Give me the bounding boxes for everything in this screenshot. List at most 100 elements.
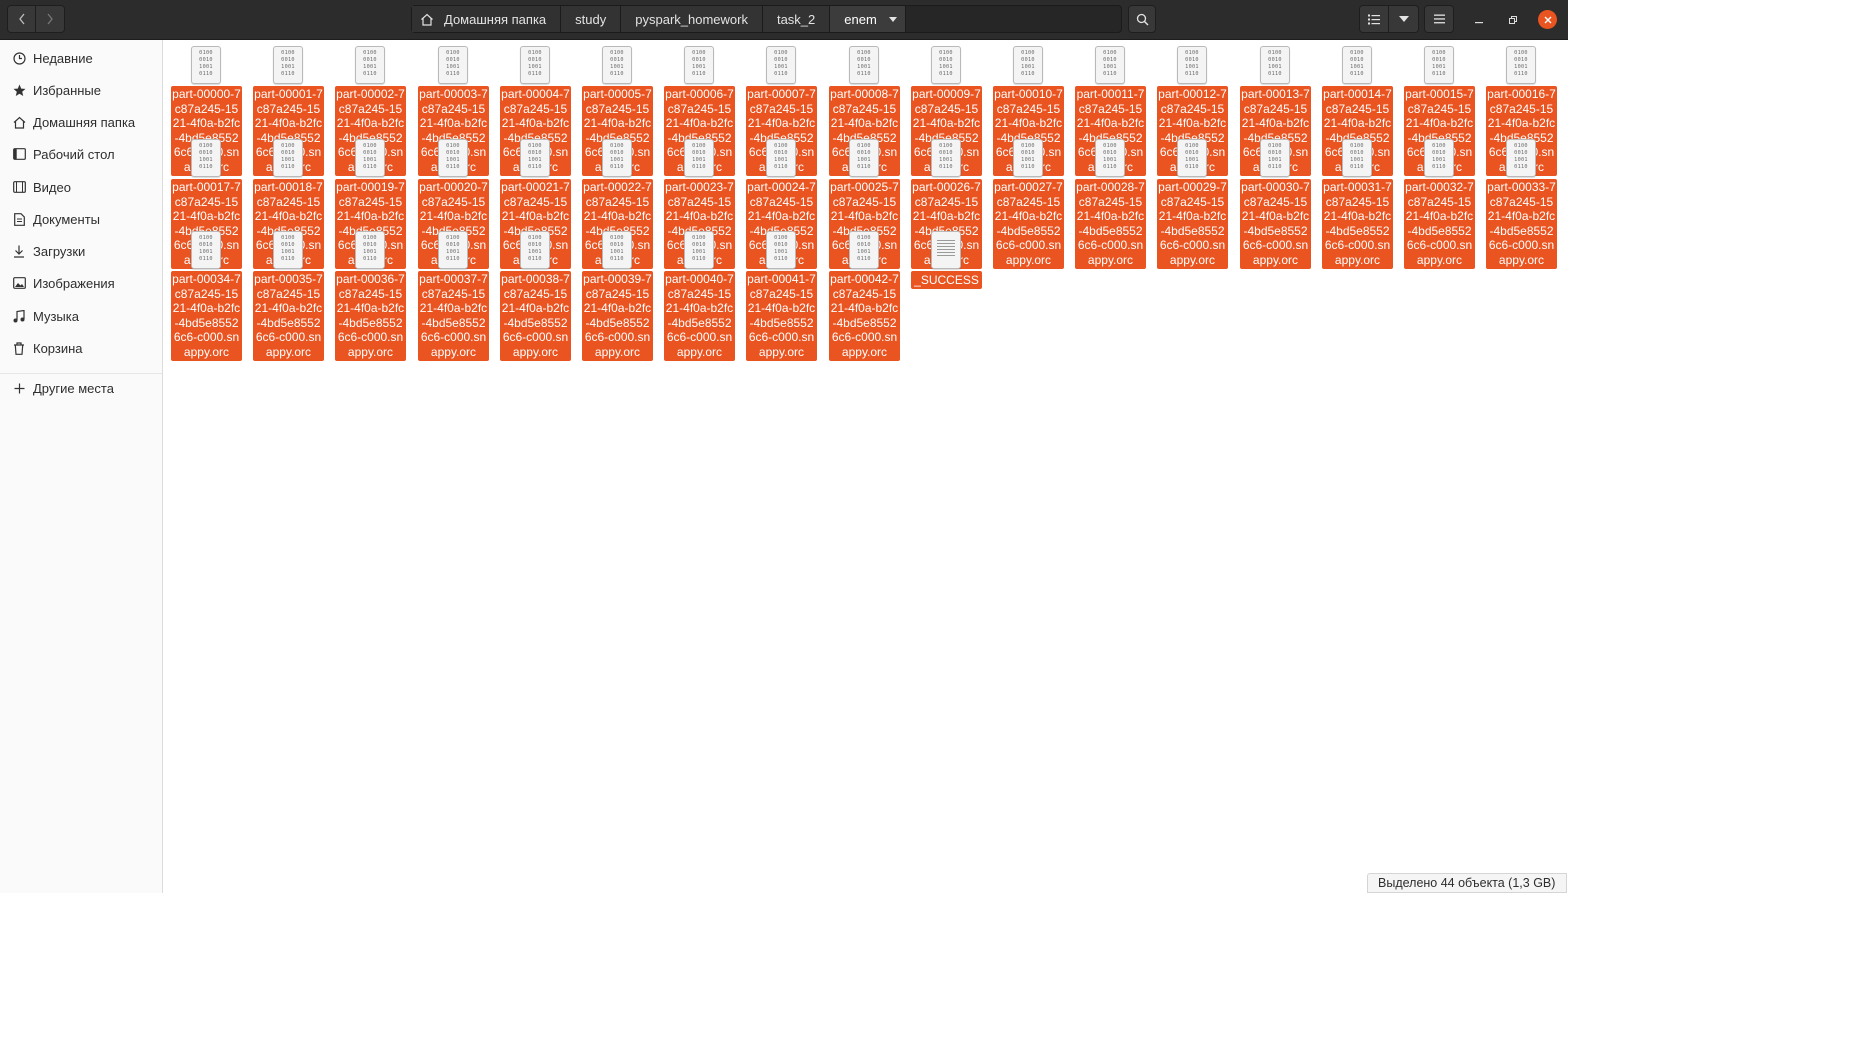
sidebar-item-starred[interactable]: Избранные <box>0 75 162 105</box>
binary-file-icon: 0100 0010 1001 0110 <box>191 139 221 177</box>
binary-file-icon: 0100 0010 1001 0110 <box>1095 46 1125 84</box>
binary-file-icon: 0100 0010 1001 0110 <box>273 46 303 84</box>
file-name-label: part-00042-7c87a245-1521-4f0a-b2fc-4bd5e… <box>829 271 900 361</box>
document-icon <box>12 212 26 226</box>
file-name-label: part-00029-7c87a245-1521-4f0a-b2fc-4bd5e… <box>1157 179 1228 269</box>
sidebar-item-label: Изображения <box>33 275 115 291</box>
minimize-button[interactable] <box>1470 11 1488 29</box>
download-icon <box>12 244 26 258</box>
binary-file-icon: 0100 0010 1001 0110 <box>1506 139 1536 177</box>
sidebar-item-recent[interactable]: Недавние <box>0 43 162 73</box>
star-icon <box>12 83 26 97</box>
trash-icon <box>12 341 26 355</box>
restore-icon <box>1509 16 1517 24</box>
search-button[interactable] <box>1128 5 1156 33</box>
binary-file-icon: 0100 0010 1001 0110 <box>355 231 385 269</box>
sidebar-item-documents[interactable]: Документы <box>0 204 162 234</box>
chevron-right-icon <box>47 13 53 25</box>
binary-file-icon: 0100 0010 1001 0110 <box>191 231 221 269</box>
breadcrumb-label: pyspark_homework <box>635 11 748 27</box>
breadcrumb-pyspark-homework[interactable]: pyspark_homework <box>621 6 763 32</box>
file-name-label: part-00034-7c87a245-1521-4f0a-b2fc-4bd5e… <box>171 271 242 361</box>
binary-file-icon: 0100 0010 1001 0110 <box>1095 139 1125 177</box>
file-name-label: part-00027-7c87a245-1521-4f0a-b2fc-4bd5e… <box>993 179 1064 269</box>
breadcrumb-task-2[interactable]: task_2 <box>762 6 831 32</box>
list-view-button[interactable] <box>1359 5 1389 33</box>
binary-file-icon: 0100 0010 1001 0110 <box>1342 139 1372 177</box>
forward-button[interactable] <box>36 5 65 33</box>
binary-file-icon: 0100 0010 1001 0110 <box>766 139 796 177</box>
chevron-down-icon <box>1398 16 1409 22</box>
binary-file-icon: 0100 0010 1001 0110 <box>849 231 879 269</box>
binary-file-icon: 0100 0010 1001 0110 <box>1424 139 1454 177</box>
binary-file-icon: 0100 0010 1001 0110 <box>191 46 221 84</box>
main-menu-button[interactable] <box>1424 5 1454 33</box>
close-button[interactable] <box>1538 10 1557 29</box>
binary-file-icon: 0100 0010 1001 0110 <box>520 139 550 177</box>
breadcrumb-study[interactable]: study <box>561 6 622 32</box>
sidebar-item-label: Загрузки <box>33 243 86 259</box>
sidebar-item-label: Недавние <box>33 50 93 66</box>
plus-icon <box>12 381 26 395</box>
binary-file-icon: 0100 0010 1001 0110 <box>684 139 714 177</box>
file-name-label: part-00031-7c87a245-1521-4f0a-b2fc-4bd5e… <box>1322 179 1393 269</box>
view-options-button[interactable] <box>1389 5 1419 33</box>
sidebar: Недавние Избранные Домашняя папка Рабочи… <box>0 40 163 893</box>
breadcrumb-label: enem <box>844 11 877 27</box>
file-name-label: part-00033-7c87a245-1521-4f0a-b2fc-4bd5e… <box>1486 179 1557 269</box>
sidebar-item-music[interactable]: Музыка <box>0 301 162 331</box>
binary-file-icon: 0100 0010 1001 0110 <box>931 46 961 84</box>
sidebar-item-label: Избранные <box>33 82 101 98</box>
binary-file-icon: 0100 0010 1001 0110 <box>520 231 550 269</box>
file-name-label: part-00038-7c87a245-1521-4f0a-b2fc-4bd5e… <box>500 271 571 361</box>
file-name-label: part-00041-7c87a245-1521-4f0a-b2fc-4bd5e… <box>746 271 817 361</box>
chevron-down-icon[interactable] <box>888 16 897 22</box>
desktop-icon <box>12 147 26 161</box>
binary-file-icon: 0100 0010 1001 0110 <box>849 139 879 177</box>
file-name-label: part-00036-7c87a245-1521-4f0a-b2fc-4bd5e… <box>335 271 406 361</box>
minimize-icon <box>1475 22 1483 24</box>
sidebar-item-label: Рабочий стол <box>33 146 115 162</box>
file-name-label: part-00035-7c87a245-1521-4f0a-b2fc-4bd5e… <box>253 271 324 361</box>
sidebar-item-other-locations[interactable]: Другие места <box>0 373 162 403</box>
header-bar: Домашняя папка study pyspark_homework ta… <box>0 0 1568 40</box>
sidebar-item-downloads[interactable]: Загрузки <box>0 236 162 266</box>
binary-file-icon: 0100 0010 1001 0110 <box>602 46 632 84</box>
binary-file-icon: 0100 0010 1001 0110 <box>1506 46 1536 84</box>
search-icon <box>1136 13 1148 25</box>
binary-file-icon: 0100 0010 1001 0110 <box>1013 139 1043 177</box>
breadcrumb-label: Домашняя папка <box>444 11 547 27</box>
file-name-label: part-00040-7c87a245-1521-4f0a-b2fc-4bd5e… <box>664 271 735 361</box>
sidebar-item-label: Видео <box>33 179 71 195</box>
home-icon <box>421 13 433 26</box>
sidebar-item-videos[interactable]: Видео <box>0 172 162 202</box>
sidebar-item-trash[interactable]: Корзина <box>0 333 162 363</box>
file-name-label: part-00037-7c87a245-1521-4f0a-b2fc-4bd5e… <box>418 271 489 361</box>
sidebar-item-label: Корзина <box>33 340 83 356</box>
clock-icon <box>12 51 26 65</box>
binary-file-icon: 0100 0010 1001 0110 <box>438 46 468 84</box>
breadcrumb-home[interactable]: Домашняя папка <box>412 6 562 32</box>
list-view-icon <box>1368 14 1380 24</box>
sidebar-item-label: Другие места <box>33 380 114 396</box>
sidebar-item-pictures[interactable]: Изображения <box>0 268 162 298</box>
binary-file-icon: 0100 0010 1001 0110 <box>438 231 468 269</box>
binary-file-icon: 0100 0010 1001 0110 <box>355 139 385 177</box>
sidebar-item-label: Документы <box>33 211 101 227</box>
sidebar-item-home[interactable]: Домашняя папка <box>0 107 162 137</box>
binary-file-icon: 0100 0010 1001 0110 <box>273 139 303 177</box>
binary-file-icon: 0100 0010 1001 0110 <box>273 231 303 269</box>
maximize-button[interactable] <box>1504 11 1522 29</box>
back-button[interactable] <box>7 5 36 33</box>
binary-file-icon: 0100 0010 1001 0110 <box>684 231 714 269</box>
file-grid: 0100 0010 1001 0110 part-00000-7c87a245-1521… <box>164 40 1568 893</box>
view-toggle-group <box>1359 5 1419 33</box>
path-bar: Домашняя папка study pyspark_homework ta… <box>411 5 1122 33</box>
binary-file-icon: 0100 0010 1001 0110 <box>1177 139 1207 177</box>
close-icon <box>1544 16 1551 23</box>
breadcrumb-enem[interactable]: enem <box>830 6 906 32</box>
binary-file-icon: 0100 0010 1001 0110 <box>438 139 468 177</box>
binary-file-icon: 0100 0010 1001 0110 <box>1013 46 1043 84</box>
sidebar-item-desktop[interactable]: Рабочий стол <box>0 139 162 169</box>
image-icon <box>12 276 26 290</box>
